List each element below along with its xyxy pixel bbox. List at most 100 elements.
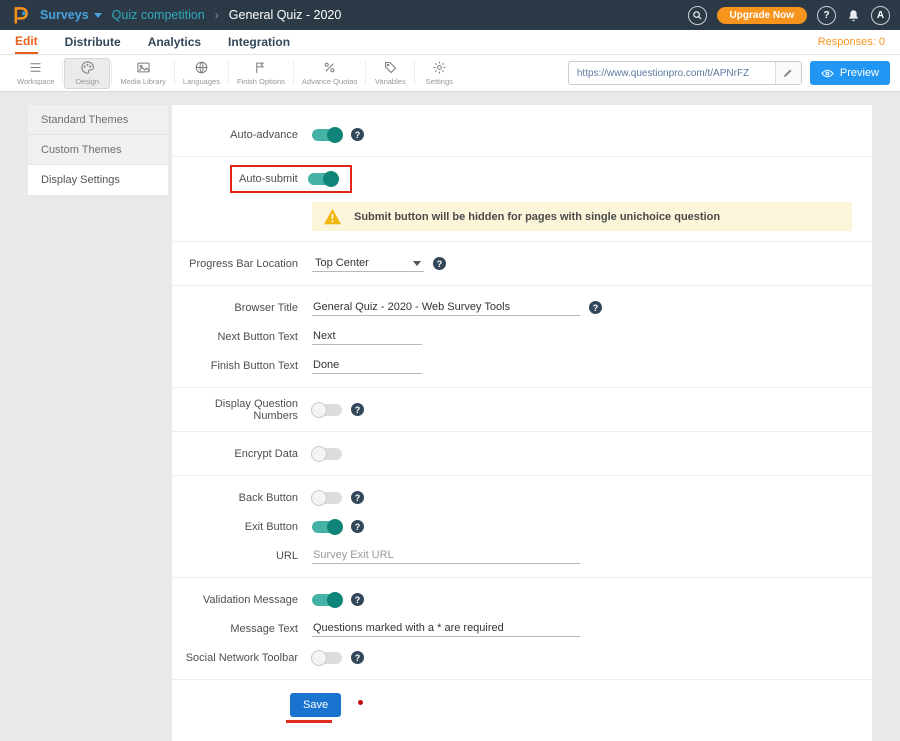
chevron-down-icon xyxy=(94,13,102,18)
toolbar-item-design[interactable]: Design xyxy=(64,58,110,89)
toolbar-separator xyxy=(293,61,294,85)
next-button-text-label: Next Button Text xyxy=(172,331,312,343)
design-sidebar: Standard Themes Custom Themes Display Se… xyxy=(28,105,168,741)
navigation-buttons-section: Back Button ? Exit Button ? URL xyxy=(172,476,872,578)
back-button-help-icon[interactable]: ? xyxy=(351,491,364,504)
progress-bar-help-icon[interactable]: ? xyxy=(433,257,446,270)
display-settings-panel: Auto-advance ? Auto-submit Submit button… xyxy=(172,105,872,741)
notifications-button[interactable] xyxy=(846,8,861,23)
tab-distribute[interactable]: Distribute xyxy=(65,30,121,54)
display-question-numbers-label: Display Question Numbers xyxy=(172,398,312,422)
toolbar-item-advance-quotas[interactable]: Advance Quotas xyxy=(295,58,364,89)
toolbar-item-workspace[interactable]: Workspace xyxy=(10,58,61,89)
next-button-text-input[interactable] xyxy=(312,328,422,345)
social-network-toolbar-toggle[interactable] xyxy=(312,652,342,664)
progress-bar-location-select[interactable]: Top Center xyxy=(312,255,424,272)
social-network-toolbar-help-icon[interactable]: ? xyxy=(351,651,364,664)
toolbar-separator xyxy=(174,61,175,85)
surveys-menu-label: Surveys xyxy=(40,8,89,22)
back-button-label: Back Button xyxy=(172,492,312,504)
save-button[interactable]: Save xyxy=(290,693,341,717)
exit-url-label: URL xyxy=(172,550,312,562)
survey-url-box xyxy=(568,61,802,85)
question-numbers-section: Display Question Numbers ? xyxy=(172,388,872,432)
encrypt-data-section: Encrypt Data xyxy=(172,432,872,476)
toolbar-separator xyxy=(62,61,63,85)
browser-title-label: Browser Title xyxy=(172,302,312,314)
settings-gear-icon xyxy=(432,60,447,75)
exit-button-help-icon[interactable]: ? xyxy=(351,520,364,533)
sidebar-item-custom-themes[interactable]: Custom Themes xyxy=(28,135,168,165)
auto-submit-label: Auto-submit xyxy=(239,173,298,185)
exit-button-label: Exit Button xyxy=(172,521,312,533)
module-nav: Edit Distribute Analytics Integration Re… xyxy=(0,30,900,55)
annotation-red-dot xyxy=(358,700,363,705)
responses-count[interactable]: Responses: 0 xyxy=(818,36,885,48)
save-section: Save xyxy=(172,680,872,741)
auto-advance-toggle[interactable] xyxy=(312,129,342,141)
back-button-toggle[interactable] xyxy=(312,492,342,504)
help-button[interactable]: ? xyxy=(817,6,836,25)
encrypt-data-label: Encrypt Data xyxy=(172,448,312,460)
toolbar-separator xyxy=(365,61,366,85)
annotation-red-underline xyxy=(286,720,332,723)
languages-icon xyxy=(194,60,209,75)
browser-title-help-icon[interactable]: ? xyxy=(589,301,602,314)
progress-bar-section: Progress Bar Location Top Center ? xyxy=(172,242,872,286)
tab-integration[interactable]: Integration xyxy=(228,30,290,54)
breadcrumb-parent[interactable]: Quiz competition xyxy=(112,8,205,22)
sidebar-item-display-settings[interactable]: Display Settings xyxy=(28,165,168,195)
encrypt-data-toggle[interactable] xyxy=(312,448,342,460)
toolbar-separator xyxy=(111,61,112,85)
finish-button-text-input[interactable] xyxy=(312,357,422,374)
tab-edit[interactable]: Edit xyxy=(15,30,38,54)
questionpro-logo[interactable] xyxy=(10,5,30,25)
content-area: Standard Themes Custom Themes Display Se… xyxy=(0,92,900,741)
exit-button-toggle[interactable] xyxy=(312,521,342,533)
breadcrumb-separator-icon: › xyxy=(215,8,219,22)
display-question-numbers-help-icon[interactable]: ? xyxy=(351,403,364,416)
message-text-input[interactable] xyxy=(312,620,580,637)
sidebar-item-standard-themes[interactable]: Standard Themes xyxy=(28,105,168,135)
toolbar-separator xyxy=(414,61,415,85)
validation-message-help-icon[interactable]: ? xyxy=(351,593,364,606)
validation-message-toggle[interactable] xyxy=(312,594,342,606)
exit-url-input[interactable] xyxy=(312,547,580,564)
progress-bar-label: Progress Bar Location xyxy=(172,258,312,270)
surveys-menu[interactable]: Surveys xyxy=(40,8,102,22)
edit-url-button[interactable] xyxy=(775,62,801,84)
warning-triangle-icon xyxy=(323,208,342,225)
warning-text: Submit button will be hidden for pages w… xyxy=(354,211,720,223)
search-button[interactable] xyxy=(688,6,707,25)
auto-submit-section: Auto-submit Submit button will be hidden… xyxy=(172,157,872,242)
toolbar-item-finish-options[interactable]: Finish Options xyxy=(230,58,292,89)
workspace-icon xyxy=(28,60,43,75)
avatar[interactable]: A xyxy=(871,6,890,25)
tab-analytics[interactable]: Analytics xyxy=(148,30,201,54)
bell-icon xyxy=(846,8,861,23)
browser-title-input[interactable] xyxy=(312,299,580,316)
preview-button[interactable]: Preview xyxy=(810,61,890,85)
toolbar-separator xyxy=(228,61,229,85)
toolbar-item-media-library[interactable]: Media Library xyxy=(113,58,172,89)
survey-url-input[interactable] xyxy=(569,68,775,79)
display-question-numbers-toggle[interactable] xyxy=(312,404,342,416)
auto-advance-section: Auto-advance ? xyxy=(172,113,872,157)
text-settings-section: Browser Title ? Next Button Text Finish … xyxy=(172,286,872,388)
upgrade-now-button[interactable]: Upgrade Now xyxy=(717,7,807,24)
finish-button-text-label: Finish Button Text xyxy=(172,360,312,372)
finish-options-icon xyxy=(253,60,268,75)
search-icon xyxy=(692,10,703,21)
variables-icon xyxy=(383,60,398,75)
toolbar-item-variables[interactable]: Variables xyxy=(367,58,413,89)
auto-submit-toggle[interactable] xyxy=(308,173,338,185)
auto-advance-help-icon[interactable]: ? xyxy=(351,128,364,141)
pencil-icon xyxy=(782,67,794,79)
top-header: Surveys Quiz competition › General Quiz … xyxy=(0,0,900,30)
advance-quotas-icon xyxy=(322,60,337,75)
toolbar-item-languages[interactable]: Languages xyxy=(176,58,227,89)
auto-submit-warning-banner: Submit button will be hidden for pages w… xyxy=(312,202,852,231)
validation-message-label: Validation Message xyxy=(172,594,312,606)
annotation-red-box: Auto-submit xyxy=(230,165,352,193)
toolbar-item-settings[interactable]: Settings xyxy=(416,58,462,89)
